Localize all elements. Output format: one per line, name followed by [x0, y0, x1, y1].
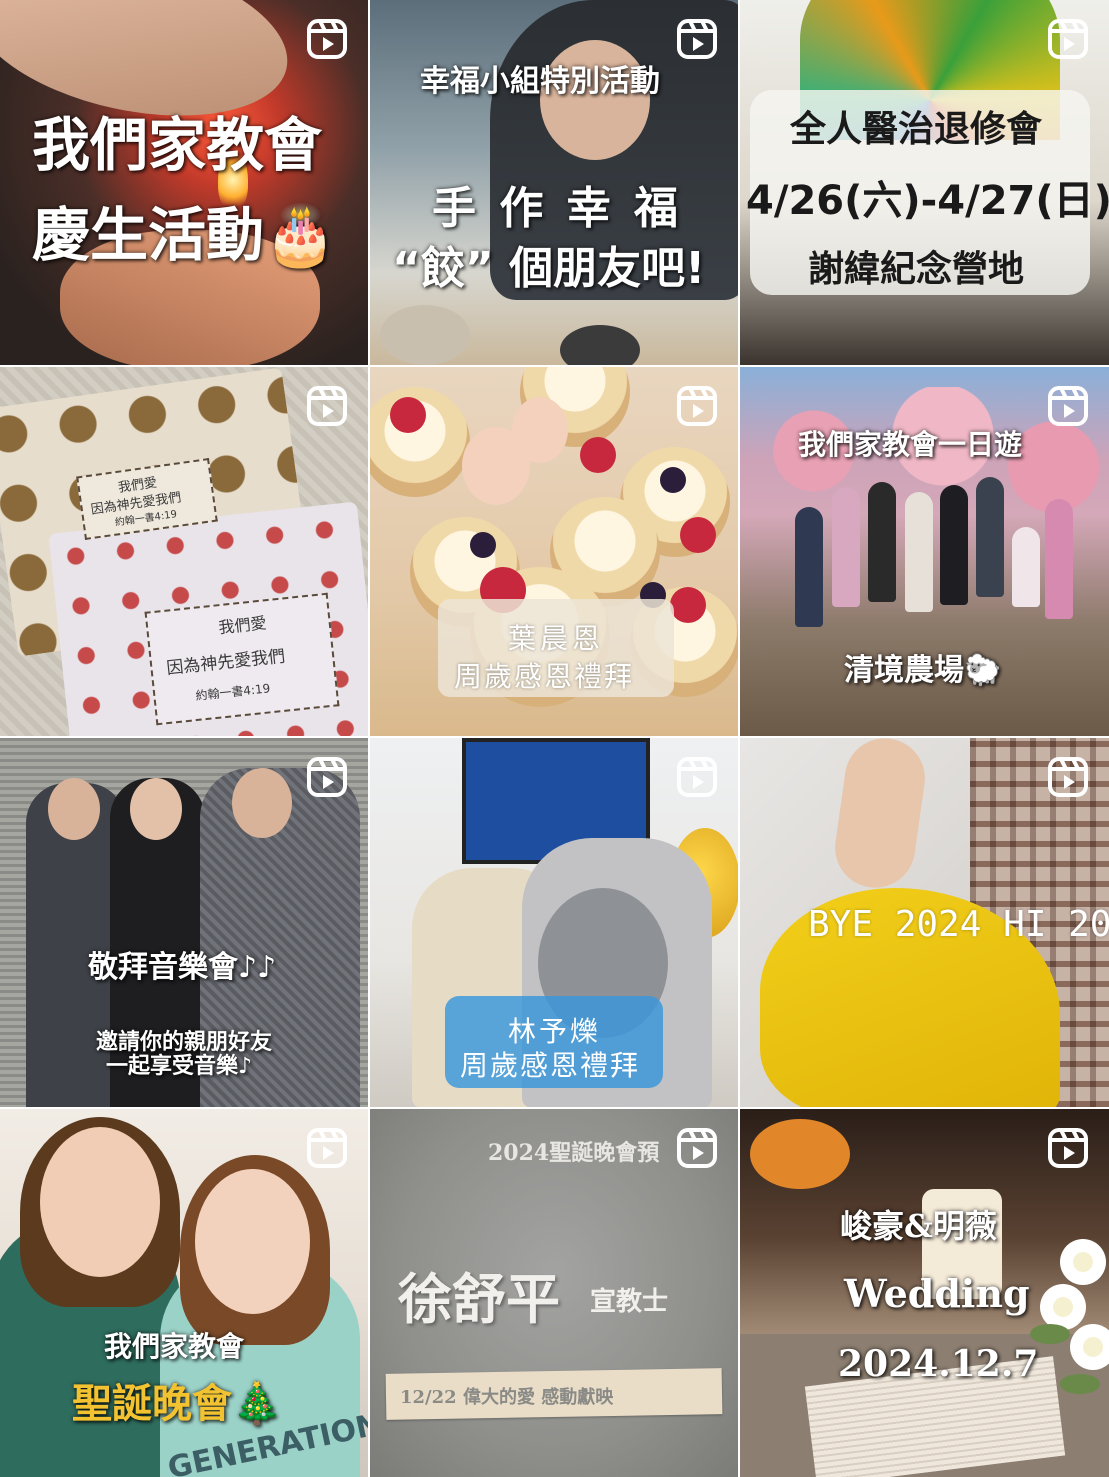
reel-tile-retreat[interactable]: 全人醫治退修會 4/26(六)-4/27(日) 謝緯紀念營地 [740, 0, 1109, 365]
caption-line: 手 作 幸 福 [432, 183, 682, 234]
caption-line: 葉晨恩 [508, 622, 605, 655]
photo-berry [680, 517, 716, 553]
reels-icon [677, 757, 717, 797]
reel-tile-pouches[interactable]: 我們愛 因為神先愛我們 約翰一書4:19 我們愛 因為神先愛我們 約翰一書4:1… [0, 367, 368, 736]
photo-face [40, 1127, 160, 1277]
reel-tile-first-birthday[interactable]: 林予爍 周歲感恩禮拜 [370, 738, 738, 1107]
reels-icon [1048, 1128, 1088, 1168]
photo-face [232, 768, 292, 838]
photo-blueberry [660, 467, 686, 493]
reels-icon [307, 19, 347, 59]
caption-line: 全人醫治退修會 [790, 109, 1043, 150]
caption-line: 一起享受音樂♪ [106, 1053, 253, 1079]
reel-tile-concert[interactable]: 敬拜音樂會♪♪ 邀請你的親朋好友 一起享受音樂♪ [0, 738, 368, 1107]
reels-icon [1048, 386, 1088, 426]
caption-line: 周歲感恩禮拜 [454, 660, 635, 693]
pouch-label: 我們愛 因為神先愛我們 約翰一書4:19 [144, 592, 340, 726]
photo-baby-topper [512, 397, 568, 463]
photo-flower [750, 1119, 850, 1189]
reel-tile-new-year[interactable]: BYE 2024 HI 2025 [740, 738, 1109, 1107]
caption-line: 12/22 偉大的愛 感動獻映 [400, 1387, 614, 1408]
photo-person [795, 507, 823, 627]
caption-line: 敬拜音樂會♪♪ [88, 950, 277, 985]
reels-icon [307, 757, 347, 797]
reel-tile-cupcakes[interactable]: 葉晨恩 周歲感恩禮拜 [370, 367, 738, 736]
reel-tile-christmas-preview[interactable]: 2024聖誕晚會預 徐舒平 宣教士 12/22 偉大的愛 感動獻映 [370, 1109, 738, 1477]
photo-person [976, 477, 1004, 597]
caption-line: 清境農場🐑 [844, 653, 1002, 688]
reels-icon [677, 386, 717, 426]
caption-line: 我們家教會一日遊 [798, 428, 1023, 461]
reels-icon [307, 386, 347, 426]
photo-person [868, 482, 896, 602]
reels-icon [677, 1128, 717, 1168]
reels-icon [307, 1128, 347, 1168]
photo-flower [1060, 1239, 1106, 1285]
reels-icon [677, 19, 717, 59]
photo-bowl [560, 325, 640, 365]
handwriting: 我們愛 [217, 613, 268, 638]
reels-grid: 我們家教會 慶生活動🎂 幸福小組特別活動 手 作 幸 福 “餃” 個朋友吧! 全… [0, 0, 1109, 1477]
caption-line: “餃” 個朋友吧! [392, 243, 706, 294]
caption-line: 2024.12.7 [838, 1343, 1039, 1385]
caption-line: 4/26(六)-4/27(日) [746, 178, 1109, 224]
photo-bowl [380, 305, 470, 365]
caption-line: 我們家教會 [104, 1330, 245, 1363]
caption-line: 謝緯紀念營地 [808, 249, 1025, 290]
reel-tile-christmas-party[interactable]: 我們家教會 聖誕晚會🎄 GENERATION [0, 1109, 368, 1477]
reels-icon [1048, 757, 1088, 797]
caption-line: 慶生活動🎂 [32, 201, 337, 269]
reel-tile-birthday[interactable]: 我們家教會 慶生活動🎂 [0, 0, 368, 365]
caption-line: Wedding [844, 1271, 1030, 1316]
photo-person [1045, 499, 1073, 619]
reel-tile-wedding[interactable]: 峻豪&明薇 Wedding 2024.12.7 [740, 1109, 1109, 1477]
photo-leaf [1060, 1374, 1100, 1394]
handwriting: 約翰一書4:19 [194, 681, 271, 704]
photo-person [832, 487, 860, 607]
photo-berry [580, 437, 616, 473]
photo-person [940, 485, 968, 605]
photo-berry [670, 587, 706, 623]
photo-face [130, 778, 182, 840]
reel-tile-outing[interactable]: 我們家教會一日遊 清境農場🐑 [740, 367, 1109, 736]
photo-berry [390, 397, 426, 433]
photo-blueberry [470, 532, 496, 558]
caption-line: 宣教士 [590, 1287, 669, 1317]
photo-person [1012, 527, 1040, 607]
caption-line: 周歲感恩禮拜 [460, 1049, 641, 1082]
caption-line: 幸福小組特別活動 [420, 64, 660, 99]
reels-icon [1048, 19, 1088, 59]
caption-line: 我們家教會 [32, 111, 323, 179]
caption-line: 峻豪&明薇 [840, 1207, 997, 1245]
handwriting: 因為神先愛我們 [165, 646, 287, 679]
photo-face [48, 778, 100, 840]
photo-leaf [1030, 1324, 1070, 1344]
photo-person [905, 492, 933, 612]
photo-flower [1070, 1324, 1109, 1370]
caption-line: BYE 2024 HI 2025 [808, 904, 1109, 945]
reel-tile-dumpling[interactable]: 幸福小組特別活動 手 作 幸 福 “餃” 個朋友吧! [370, 0, 738, 365]
photo-face [195, 1169, 310, 1314]
photo-arm [829, 738, 931, 893]
caption-line: 徐舒平 [398, 1267, 560, 1331]
caption-line: 2024聖誕晚會預 [488, 1140, 660, 1166]
caption-line: 聖誕晚會🎄 [72, 1380, 282, 1427]
